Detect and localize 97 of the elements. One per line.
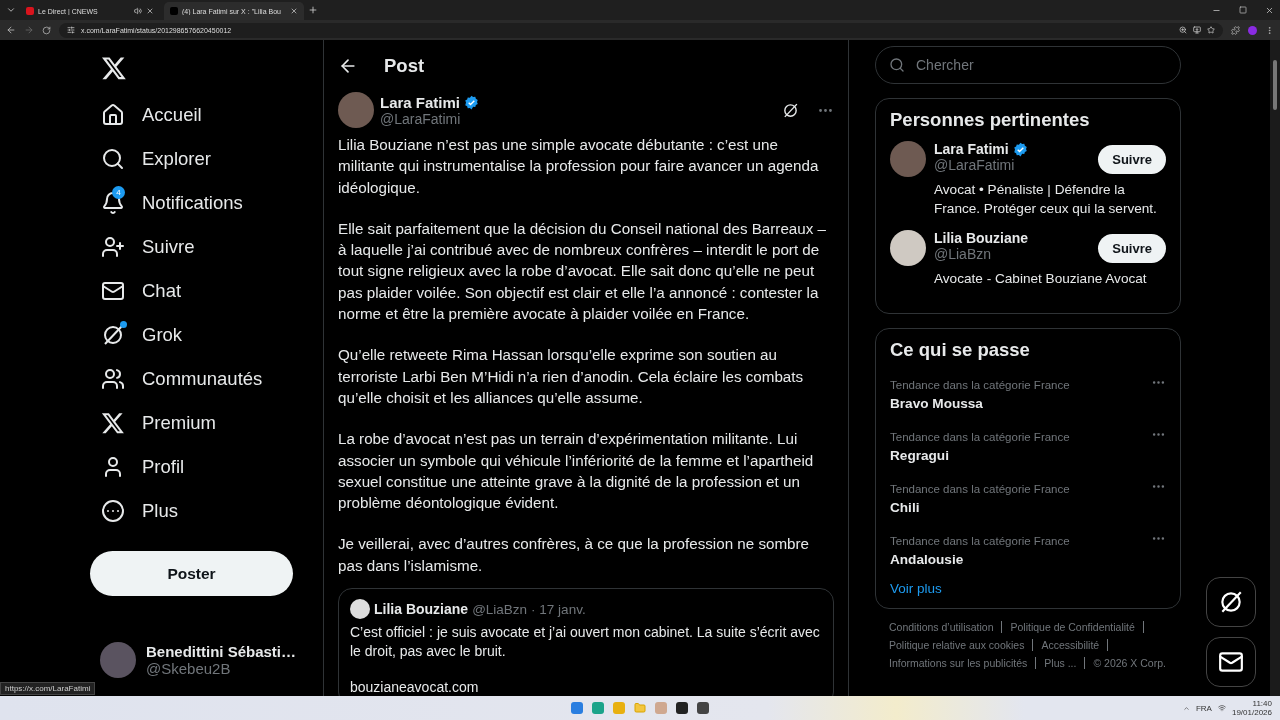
user-name[interactable]: Lara Fatimi	[934, 141, 1009, 157]
extensions-icon[interactable]	[1231, 25, 1240, 35]
close-icon[interactable]	[290, 7, 298, 15]
footer-link[interactable]: Informations sur les publicités	[889, 656, 1037, 669]
new-tab-icon[interactable]	[308, 5, 318, 15]
quoted-text: C’est officiel : je suis avocate et j’ai ouvert mon cabinet. La suite s’écrit avec le droit, pas avec le bruit.	[350, 623, 821, 662]
search-field[interactable]: Chercher	[875, 46, 1181, 84]
post-paragraph: Elle sait parfaitement que la décision du Conseil national des Barreaux – à laquelle j’ai contribué avec de nombreux confrères – interdit le port de tout signe religieux avec la robe d’avocat. Elle sait donc qu’elle ne peut pas plaider voilée. Son objectif est clair et elle l’a annoncé : contester la norme et être la première avocate à plaider voilée en France.	[338, 218, 827, 325]
trend-name[interactable]: Regragui	[890, 447, 1070, 463]
post-paragraph: La robe d’avocat n’est pas un terrain d’expérimentation militante. Lui associer un symbole qui véhicule l’infériorité de la femme et l’apartheid sexuel constitue une atteinte grave à la dignité de la profession et un problème déontologique évident.	[338, 429, 815, 514]
nav-item[interactable]: Suivre	[90, 225, 293, 269]
app-icon[interactable]	[697, 702, 709, 714]
footer-link[interactable]: Politique de Confidentialité	[1010, 620, 1144, 633]
footer-link[interactable]: Plus ...	[1044, 656, 1086, 669]
slashed-circle-icon	[101, 323, 125, 347]
grok-button[interactable]	[1206, 577, 1256, 627]
post-paragraph: Je veillerai, avec d’autres confrères, à ce que la profession ne sombre pas dans l’islamisme.	[338, 534, 811, 576]
avatar[interactable]	[890, 230, 926, 266]
card-title: Ce qui se passe	[890, 338, 1031, 361]
profile-avatar[interactable]	[1248, 25, 1257, 35]
app-icon[interactable]	[676, 702, 688, 714]
user-bio: Avocat • Pénaliste | Défendre la France. Protéger ceux qui la servent.	[934, 181, 1158, 218]
tab-list-icon[interactable]	[6, 5, 16, 15]
close-icon[interactable]	[146, 7, 154, 15]
site-info-icon[interactable]	[67, 26, 75, 34]
menu-icon[interactable]	[1265, 25, 1274, 35]
network-icon[interactable]	[1217, 704, 1226, 712]
user-handle[interactable]: @LiaBzn	[934, 246, 1091, 262]
status-url: https://x.com/LaraFatimi	[0, 682, 96, 695]
favicon-icon	[26, 7, 34, 15]
quoted-author-handle: @LiaBzn	[472, 601, 528, 617]
trend-context: Tendance dans la catégorie France	[890, 430, 1070, 443]
nav-item[interactable]: Profil	[90, 445, 293, 489]
user-handle[interactable]: @LaraFatimi	[934, 157, 1091, 173]
chevron-up-icon[interactable]	[1182, 704, 1190, 712]
trend-context: Tendance dans la catégorie France	[890, 482, 1070, 495]
ellipsis-circle-icon	[101, 499, 125, 523]
home-icon	[101, 103, 125, 127]
clock[interactable]: 11:40 19/01/2026	[1231, 699, 1272, 717]
favicon-icon	[170, 7, 178, 15]
footer-link[interactable]: Accessibilité	[1041, 638, 1109, 651]
people-icon	[101, 367, 125, 391]
notification-count: 4	[112, 186, 125, 199]
reload-icon[interactable]	[42, 25, 51, 35]
website-link[interactable]: bouzianeavocat.com	[350, 679, 822, 696]
copyright: © 2026 X Corp.	[1093, 656, 1166, 669]
install-icon[interactable]	[1193, 26, 1201, 34]
mail-icon	[1218, 649, 1244, 675]
star-icon[interactable]	[1207, 26, 1215, 34]
scrollbar[interactable]	[1270, 40, 1280, 696]
card-title: Personnes pertinentes	[890, 109, 1091, 131]
quoted-author-name: Lilia Bouziane	[374, 601, 469, 618]
bell-icon	[101, 191, 125, 215]
footer-link[interactable]: Conditions d’utilisation	[889, 620, 1003, 633]
account-handle: @Skebeu2B	[146, 660, 232, 677]
follow-button[interactable]: Suivre	[1098, 234, 1166, 263]
page-title: Post	[384, 55, 425, 77]
nav-item[interactable]: Plus	[90, 489, 293, 533]
account-name: Benedittini Sébasti…	[146, 643, 297, 660]
follow-button[interactable]: Suivre	[1098, 145, 1166, 174]
user-bio: Avocate - Cabinet Bouziane Avocat	[934, 270, 1148, 288]
nav-item[interactable]: Explorer	[90, 137, 293, 181]
post-button[interactable]: Poster	[90, 551, 293, 596]
user-name[interactable]: Lilia Bouziane	[934, 230, 1029, 246]
trend-context: Tendance dans la catégorie France	[890, 534, 1070, 547]
close-icon[interactable]	[1265, 5, 1274, 15]
nav-item[interactable]: Communautés	[90, 357, 293, 401]
trend-context: Tendance dans la catégorie France	[890, 378, 1070, 391]
nav-item[interactable]: Grok	[90, 313, 293, 357]
search-icon	[101, 147, 125, 171]
nav-item[interactable]: Accueil	[90, 93, 293, 137]
trend-name[interactable]: Bravo Moussa	[890, 395, 1070, 411]
x-logo[interactable]	[101, 55, 127, 81]
nav-item[interactable]: Premium	[90, 401, 293, 445]
search-icon	[889, 57, 905, 73]
maximize-icon[interactable]	[1239, 6, 1247, 14]
slashed-circle-icon	[1218, 589, 1244, 615]
post-date: · 17 janv.	[531, 601, 586, 617]
nav-item[interactable]: Chat	[90, 269, 293, 313]
x-logo-icon	[101, 411, 125, 435]
trend-name[interactable]: Chili	[890, 499, 1070, 515]
user-plus-icon	[101, 235, 125, 259]
post-paragraph: Lilia Bouziane n’est pas une simple avocate débutante : c’est une militante qui instrumentalise la profession pour faire avancer un agenda idéologique.	[338, 135, 820, 198]
nav-item[interactable]: 4 Notifications	[90, 181, 293, 225]
messages-button[interactable]	[1206, 637, 1256, 687]
zoom-icon[interactable]	[1179, 26, 1187, 34]
footer-link[interactable]: Politique relative aux cookies	[889, 638, 1034, 651]
author-name[interactable]: Lara Fatimi	[380, 93, 461, 111]
author-handle[interactable]: @LaraFatimi	[380, 110, 776, 127]
slashed-circle-icon[interactable]	[782, 101, 799, 119]
trend-name[interactable]: Andalousie	[890, 551, 1070, 567]
language-indicator[interactable]: FRA	[1195, 703, 1212, 713]
speaker-icon[interactable]	[134, 7, 142, 15]
mail-icon	[101, 279, 125, 303]
show-more-link[interactable]: Voir plus	[890, 580, 1166, 596]
avatar	[350, 599, 370, 620]
post-paragraph: Qu’elle retweete Rima Hassan lorsqu’elle exprime son soutien au terroriste Larbi Ben M’Hidi n’a rien d’anodin. Cela éclaire les combats qu’elle choisit et les alliances qu’elle assume.	[338, 345, 805, 408]
